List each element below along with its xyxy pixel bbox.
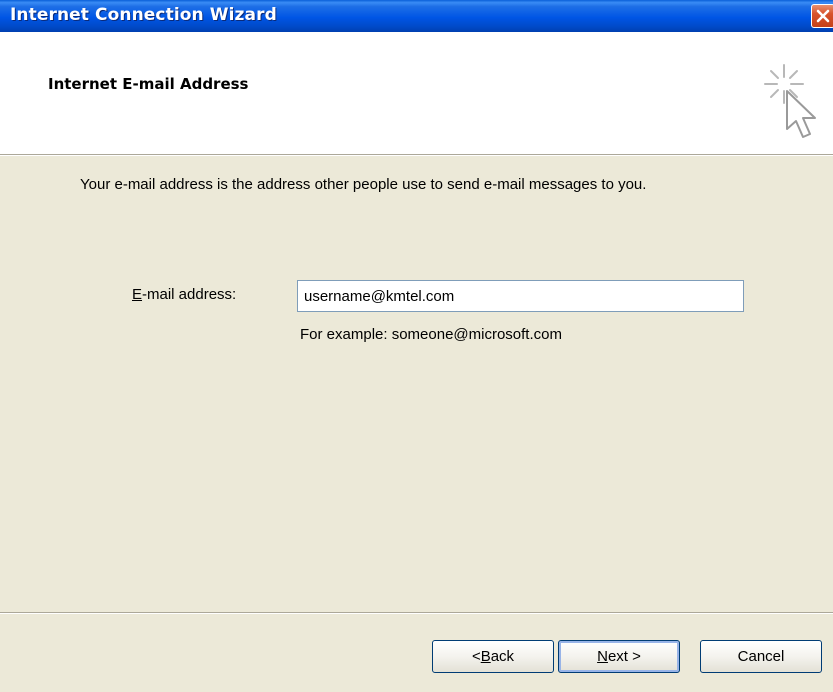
window-title: Internet Connection Wizard (10, 5, 277, 25)
close-icon (816, 9, 830, 23)
back-button[interactable]: < Back (432, 640, 554, 673)
wizard-window: Internet Connection Wizard Internet E-ma… (0, 0, 833, 692)
next-button[interactable]: Next > (558, 640, 680, 673)
close-button[interactable] (811, 4, 833, 28)
intro-text: Your e-mail address is the address other… (80, 176, 647, 193)
wizard-header: Internet E-mail Address (0, 32, 833, 154)
page-title: Internet E-mail Address (48, 75, 249, 93)
email-address-input[interactable] (297, 280, 744, 312)
example-hint: For example: someone@microsoft.com (300, 326, 562, 343)
cancel-button[interactable]: Cancel (700, 640, 822, 673)
wizard-sparkle-cursor-icon (764, 64, 816, 138)
email-address-label: E-mail address: (132, 286, 237, 303)
title-bar[interactable]: Internet Connection Wizard (0, 0, 833, 32)
